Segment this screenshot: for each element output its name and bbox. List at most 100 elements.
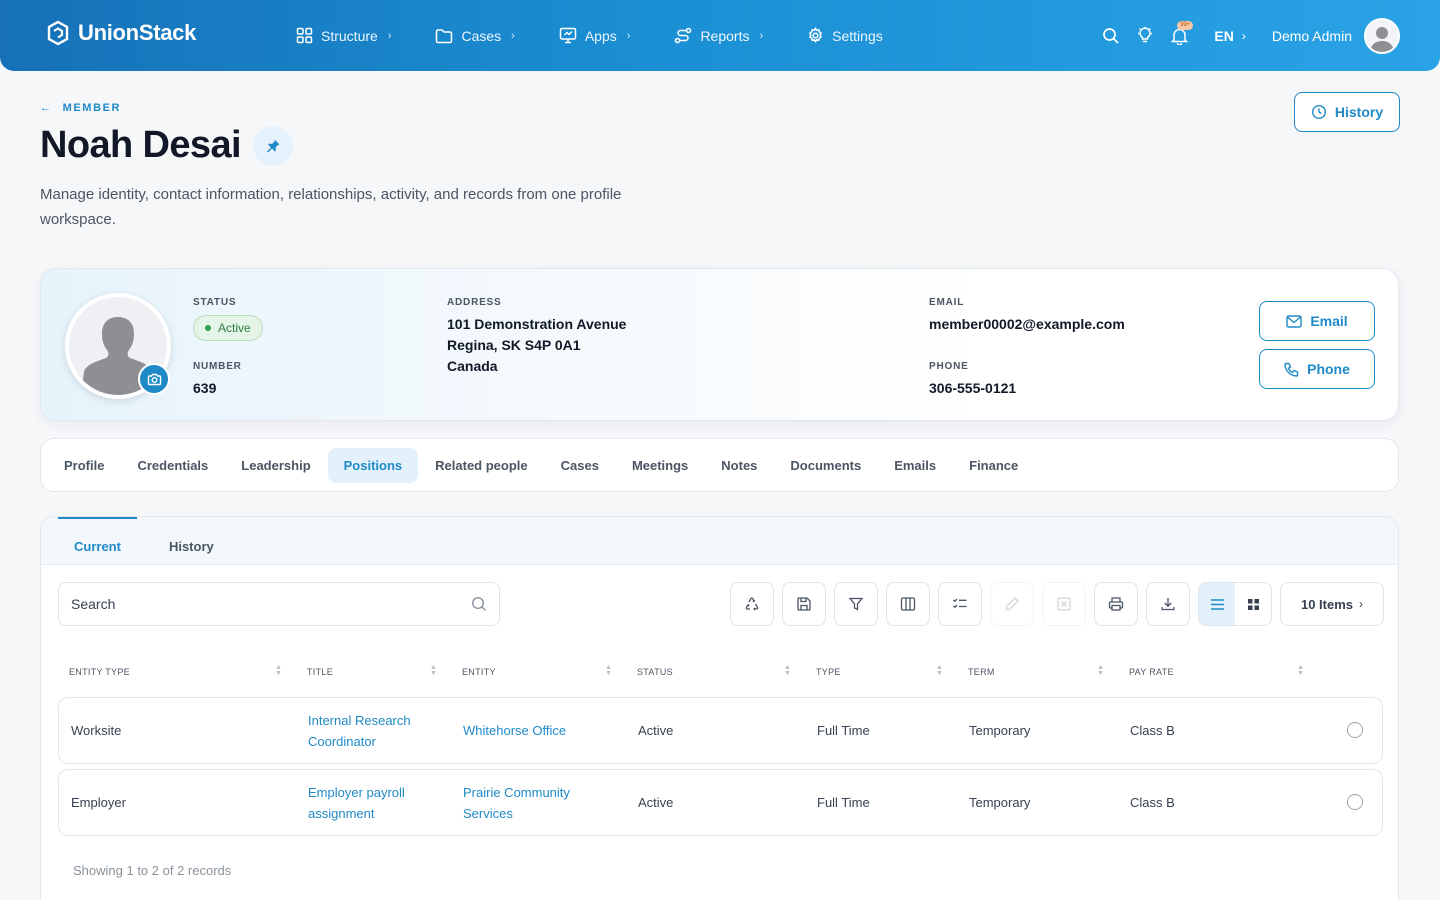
user-menu[interactable]: Demo Admin: [1271, 17, 1400, 54]
col-entity-type[interactable]: ENTITY TYPE: [69, 667, 130, 677]
tab-notes[interactable]: Notes: [705, 448, 773, 483]
cell-entity-type: Worksite: [71, 723, 122, 738]
refresh-button[interactable]: [730, 582, 774, 626]
page-description: Manage identity, contact information, re…: [40, 186, 622, 228]
tab-credentials[interactable]: Credentials: [121, 448, 224, 483]
delete-button[interactable]: [1042, 582, 1086, 626]
tab-meetings[interactable]: Meetings: [616, 448, 704, 483]
col-type[interactable]: TYPE: [816, 667, 841, 677]
col-status[interactable]: STATUS: [637, 667, 673, 677]
cell-term: Temporary: [969, 723, 1031, 738]
sort-icon[interactable]: ▲ ▼: [1097, 664, 1104, 677]
tab-leadership[interactable]: Leadership: [225, 448, 326, 483]
pushpin-icon: [266, 139, 280, 152]
brand-logo[interactable]: UnionStack: [46, 20, 196, 46]
sort-icon[interactable]: ▲ ▼: [1297, 664, 1304, 677]
download-icon: [1161, 598, 1175, 611]
sort-icon[interactable]: ▲ ▼: [275, 664, 282, 677]
bulk-select-button[interactable]: [938, 582, 982, 626]
cell-status: Active: [638, 795, 674, 810]
grid-view-button[interactable]: [1235, 583, 1271, 625]
nav-settings[interactable]: Settings: [807, 27, 883, 44]
status-badge: Active: [193, 315, 263, 341]
table-row[interactable]: Worksite Internal Research Coordinator W…: [58, 697, 1383, 764]
camera-icon: [147, 373, 161, 385]
email-value: member00002@example.com: [929, 316, 1125, 332]
address-line-1: 101 Demonstration Avenue: [447, 316, 627, 332]
tab-cases[interactable]: Cases: [545, 448, 615, 483]
subtab-current[interactable]: Current: [58, 517, 137, 564]
tab-emails[interactable]: Emails: [878, 448, 952, 483]
col-entity[interactable]: ENTITY: [462, 667, 496, 677]
subtab-history[interactable]: History: [137, 517, 230, 564]
records-summary: Showing 1 to 2 of 2 records: [73, 863, 232, 878]
sort-icon[interactable]: ▲ ▼: [430, 664, 437, 677]
chevron-right-icon: ›: [759, 29, 764, 42]
checklist-icon: [953, 598, 967, 609]
nav-apps[interactable]: Apps ›: [559, 27, 631, 44]
change-photo-button[interactable]: [138, 363, 170, 395]
search-button[interactable]: [1094, 27, 1128, 45]
tab-profile[interactable]: Profile: [48, 448, 120, 483]
status-field: STATUS Active: [193, 297, 263, 341]
person-silhouette-icon: [1370, 26, 1394, 52]
cell-title-link[interactable]: Internal Research Coordinator: [308, 710, 428, 752]
save-view-button[interactable]: [782, 582, 826, 626]
search-input[interactable]: [71, 596, 451, 612]
sort-icon[interactable]: ▲ ▼: [605, 664, 612, 677]
grid-icon: [1247, 598, 1259, 610]
cell-pay-rate: Class B: [1130, 723, 1175, 738]
cell-entity-link[interactable]: Whitehorse Office: [463, 720, 566, 741]
cell-status: Active: [638, 723, 674, 738]
chevron-right-icon: ›: [387, 29, 392, 42]
cell-type: Full Time: [817, 795, 870, 810]
print-button[interactable]: [1094, 582, 1138, 626]
col-term[interactable]: TERM: [968, 667, 995, 677]
list-view-button[interactable]: [1199, 583, 1235, 625]
col-title[interactable]: TITLE: [307, 667, 333, 677]
nav-cases[interactable]: Cases ›: [435, 28, 515, 44]
export-button[interactable]: [1146, 582, 1190, 626]
sort-icon[interactable]: ▲ ▼: [936, 664, 943, 677]
tab-related-people[interactable]: Related people: [419, 448, 543, 483]
edit-button[interactable]: [990, 582, 1034, 626]
avatar: [1364, 17, 1400, 54]
tips-button[interactable]: [1128, 26, 1162, 45]
email-button[interactable]: Email: [1259, 301, 1375, 341]
sort-icon[interactable]: ▲ ▼: [784, 664, 791, 677]
nav-reports[interactable]: Reports ›: [674, 27, 763, 44]
tab-positions[interactable]: Positions: [327, 447, 419, 483]
columns-button[interactable]: [886, 582, 930, 626]
cell-entity-link[interactable]: Prairie Community Services: [463, 782, 593, 824]
address-line-2: Regina, SK S4P 0A1: [447, 337, 581, 353]
header-tools: 99+ EN › Demo Admin: [1094, 0, 1400, 71]
history-button[interactable]: History: [1294, 92, 1400, 132]
table-row[interactable]: Employer Employer payroll assignment Pra…: [58, 769, 1383, 836]
filter-button[interactable]: [834, 582, 878, 626]
member-number: 639: [193, 380, 217, 396]
phone-button[interactable]: Phone: [1259, 349, 1375, 389]
nav-structure[interactable]: Structure ›: [296, 27, 391, 44]
user-name: Demo Admin: [1271, 27, 1352, 44]
page-size-selector[interactable]: 10 Items ›: [1280, 582, 1384, 626]
monitor-icon: [559, 27, 577, 44]
pin-button[interactable]: [252, 125, 293, 166]
phone-field: PHONE 306-555-0121: [929, 361, 1016, 399]
address-field: ADDRESS 101 Demonstration Avenue Regina,…: [447, 297, 626, 377]
hexagon-logo-icon: [47, 20, 69, 46]
cell-title-link[interactable]: Employer payroll assignment: [308, 782, 428, 824]
row-select-radio[interactable]: [1347, 794, 1363, 810]
tab-documents[interactable]: Documents: [774, 448, 877, 483]
chevron-right-icon: ›: [626, 29, 631, 42]
columns-icon: [900, 597, 916, 611]
language-selector[interactable]: EN ›: [1214, 28, 1245, 44]
tab-finance[interactable]: Finance: [953, 448, 1034, 483]
col-pay-rate[interactable]: PAY RATE: [1129, 667, 1174, 677]
address-line-3: Canada: [447, 358, 498, 374]
notifications-button[interactable]: 99+: [1162, 20, 1196, 45]
row-select-radio[interactable]: [1347, 722, 1363, 738]
breadcrumb[interactable]: ← MEMBER: [40, 102, 121, 114]
cell-term: Temporary: [969, 795, 1031, 810]
main-nav: Structure › Cases › Apps › Reports › Setting…: [296, 0, 927, 71]
back-arrow-icon: ←: [40, 102, 53, 114]
